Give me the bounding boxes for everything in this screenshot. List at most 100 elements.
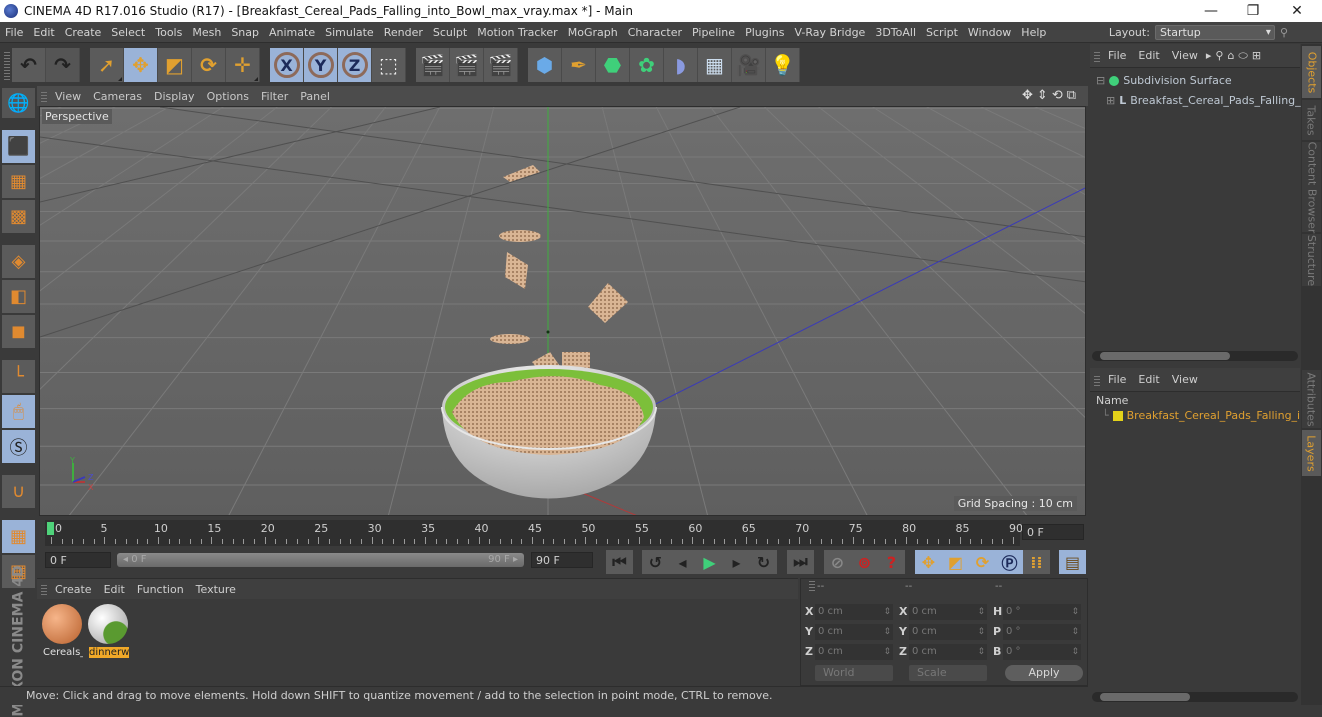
floor-button[interactable]: ▦	[698, 48, 732, 82]
tab-takes[interactable]: Takes	[1302, 100, 1321, 140]
tab-structure[interactable]: Structure	[1302, 234, 1321, 286]
tab-layers[interactable]: Layers	[1302, 430, 1321, 476]
points-mode-button[interactable]: ◈	[2, 245, 35, 278]
menu-motion-tracker[interactable]: Motion Tracker	[472, 26, 562, 39]
render-picture-viewer-button[interactable]: 🎬	[450, 48, 484, 82]
solo-mode-button[interactable]: Ⓢ	[2, 430, 35, 463]
previous-frame-button[interactable]: ◂	[669, 550, 696, 574]
objects-menu-edit[interactable]: Edit	[1132, 49, 1165, 62]
layout-dropdown[interactable]: Startup	[1154, 25, 1275, 40]
viewport-menu-view[interactable]: View	[49, 90, 87, 103]
rotation-b-field[interactable]: 0 °	[1003, 644, 1081, 660]
axis-mode-button[interactable]: └	[2, 360, 35, 393]
menu-sculpt[interactable]: Sculpt	[428, 26, 472, 39]
size-x-field[interactable]: 0 cm	[909, 604, 987, 620]
menu-pipeline[interactable]: Pipeline	[687, 26, 740, 39]
y-axis-lock-button[interactable]: Y	[304, 48, 338, 82]
close-button[interactable]: ✕	[1274, 0, 1320, 22]
go-to-end-button[interactable]: ⏭	[787, 550, 814, 574]
restore-button[interactable]: ❐	[1230, 0, 1276, 22]
size-y-field[interactable]: 0 cm	[909, 624, 987, 640]
material-swatch-dinnerware[interactable]: dinnerw	[87, 603, 129, 659]
light-button[interactable]: 💡	[766, 48, 800, 82]
rotate-view-icon[interactable]: ⟲	[1052, 88, 1063, 103]
position-x-field[interactable]: 0 cm	[815, 604, 893, 620]
viewport-menu-display[interactable]: Display	[148, 90, 201, 103]
toolbar-grip[interactable]	[4, 50, 10, 80]
tab-attributes[interactable]: Attributes	[1302, 370, 1321, 428]
layers-menu-file[interactable]: File	[1102, 373, 1132, 386]
tree-item-cereal-object[interactable]: ⊞ L Breakfast_Cereal_Pads_Falling_in	[1106, 94, 1311, 107]
home-icon[interactable]: ⌂	[1225, 49, 1236, 62]
rotation-track-button[interactable]: ⟳	[969, 550, 996, 574]
objects-menu-view[interactable]: View	[1166, 49, 1204, 62]
menu-file[interactable]: File	[0, 26, 28, 39]
go-to-start-button[interactable]: ⏮	[606, 550, 633, 574]
new-window-icon[interactable]: ⊞	[1250, 49, 1263, 62]
tweak-mode-button[interactable]: 🖱	[2, 395, 35, 428]
workplane-mode-button[interactable]: ▩	[2, 200, 35, 233]
3d-viewport[interactable]: Y Z X Perspective Grid Spacing : 10 cm	[39, 106, 1086, 516]
snap-magnet-button[interactable]: ∪	[2, 475, 35, 508]
objects-menu-file[interactable]: File	[1102, 49, 1132, 62]
move-view-icon[interactable]: ✥	[1022, 88, 1033, 103]
position-y-field[interactable]: 0 cm	[815, 624, 893, 640]
size-z-field[interactable]: 0 cm	[909, 644, 987, 660]
layers-menu-edit[interactable]: Edit	[1132, 373, 1165, 386]
point-level-animation-button[interactable]: ⁞⁞	[1023, 550, 1050, 574]
scheme-button[interactable]: ▤	[1059, 550, 1086, 574]
menu-3dtoall[interactable]: 3DToAll	[870, 26, 921, 39]
search-icon[interactable]: ⚲	[1280, 26, 1288, 39]
scale-button[interactable]: ◩	[158, 48, 192, 82]
menu-script[interactable]: Script	[921, 26, 963, 39]
filter-icon[interactable]: ⬭	[1236, 49, 1249, 63]
edges-mode-button[interactable]: ◧	[2, 280, 35, 313]
play-forward-button[interactable]: ▶	[696, 550, 723, 574]
search-icon[interactable]: ⚲	[1213, 49, 1225, 62]
material-menu-edit[interactable]: Edit	[98, 583, 131, 596]
workplane-lock-button[interactable]: ▦	[2, 520, 35, 553]
coordinate-system-button[interactable]: ⬚	[372, 48, 406, 82]
menu-animate[interactable]: Animate	[264, 26, 320, 39]
menu-v-ray-bridge[interactable]: V-Ray Bridge	[789, 26, 870, 39]
rotation-h-field[interactable]: 0 °	[1003, 604, 1081, 620]
expand-icon[interactable]: ⊞	[1106, 94, 1115, 107]
cube-primitive-button[interactable]: ⬢	[528, 48, 562, 82]
menu-help[interactable]: Help	[1016, 26, 1051, 39]
live-selection-button[interactable]: ➚	[90, 48, 124, 82]
menu-mograph[interactable]: MoGraph	[563, 26, 623, 39]
tab-content-browser[interactable]: Content Browser	[1302, 141, 1321, 233]
timeline-ruler[interactable]: 0 5 10 15 20 25 30 35 40 45 50 55 60 65 70 75 80 85 90	[45, 520, 1023, 546]
render-view-button[interactable]: 🎬	[416, 48, 450, 82]
toggle-layout-icon[interactable]: ⧉	[1067, 88, 1076, 103]
menu-edit[interactable]: Edit	[28, 26, 59, 39]
current-frame-marker[interactable]	[47, 522, 54, 535]
more-menu-icon[interactable]: ▸	[1204, 49, 1214, 62]
record-active-objects-button[interactable]: ⊘	[824, 550, 851, 574]
next-frame-button[interactable]: ▸	[723, 550, 750, 574]
polygons-mode-button[interactable]: ◼	[2, 315, 35, 348]
camera-label[interactable]: Perspective	[42, 109, 112, 124]
material-menu-create[interactable]: Create	[49, 583, 98, 596]
deformer-button[interactable]: ◗	[664, 48, 698, 82]
menu-tools[interactable]: Tools	[150, 26, 187, 39]
viewport-menu-panel[interactable]: Panel	[294, 90, 336, 103]
recent-tool-button[interactable]: ✛	[226, 48, 260, 82]
render-settings-button[interactable]: 🎬	[484, 48, 518, 82]
layers-menu-view[interactable]: View	[1166, 373, 1204, 386]
coordinate-mode-select[interactable]: Scale	[909, 665, 987, 681]
go-to-next-key-button[interactable]: ↻	[750, 550, 777, 574]
menu-simulate[interactable]: Simulate	[320, 26, 379, 39]
menu-mesh[interactable]: Mesh	[187, 26, 226, 39]
cloner-button[interactable]: ✿	[630, 48, 664, 82]
viewport-menu-filter[interactable]: Filter	[255, 90, 294, 103]
x-axis-lock-button[interactable]: X	[270, 48, 304, 82]
material-menu-texture[interactable]: Texture	[190, 583, 242, 596]
collapse-icon[interactable]: ⊟	[1096, 74, 1105, 87]
redo-button[interactable]: ↷	[46, 48, 80, 82]
texture-mode-button[interactable]: ▦	[2, 165, 35, 198]
rotate-button[interactable]: ⟳	[192, 48, 226, 82]
workplane-globe-icon[interactable]: 🌐	[2, 88, 35, 118]
end-frame-field[interactable]: 90 F	[531, 552, 593, 568]
go-to-previous-key-button[interactable]: ↺	[642, 550, 669, 574]
